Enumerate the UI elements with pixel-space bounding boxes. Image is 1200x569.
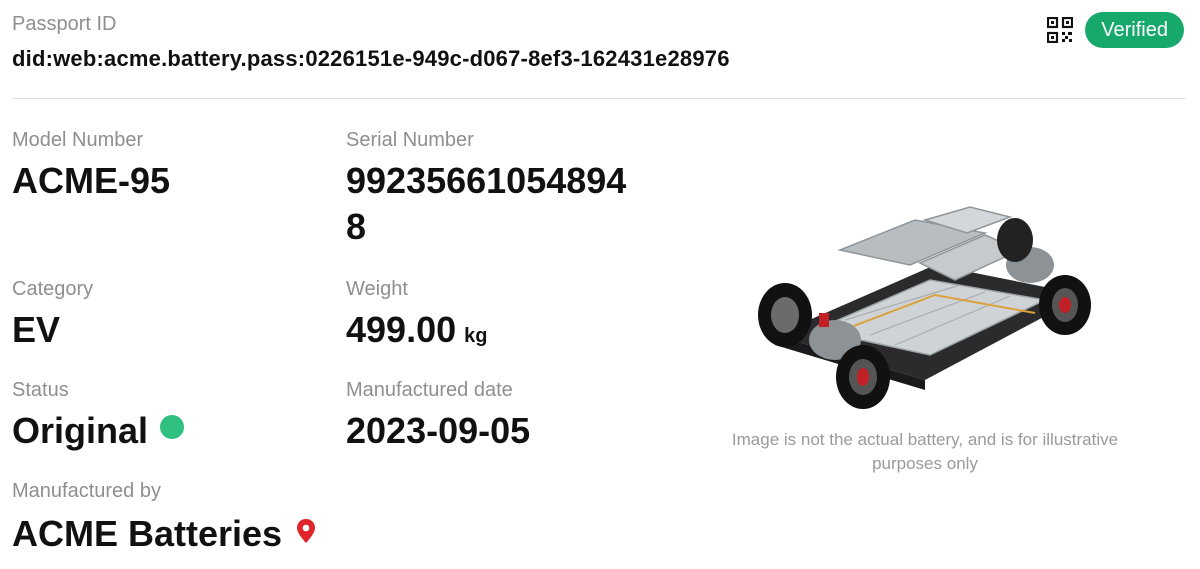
serial-number-field: Serial Number 992356610548948 bbox=[346, 128, 646, 250]
status-value-row: Original bbox=[12, 408, 185, 454]
location-pin-icon[interactable] bbox=[296, 509, 316, 555]
manufactured-by-value-row: ACME Batteries bbox=[12, 509, 316, 557]
verified-badge: Verified bbox=[1085, 12, 1184, 48]
status-value: Original bbox=[12, 410, 149, 451]
passport-id-value: did:web:acme.battery.pass:0226151e-949c-… bbox=[12, 46, 730, 71]
weight-field: Weight 499.00 kg bbox=[346, 277, 487, 359]
manufactured-by-value: ACME Batteries bbox=[12, 513, 283, 554]
serial-number-value: 992356610548948 bbox=[346, 160, 627, 247]
image-caption: Image is not the actual battery, and is … bbox=[731, 430, 1119, 473]
header-actions: Verified bbox=[1047, 12, 1184, 48]
category-label: Category bbox=[12, 278, 94, 300]
category-field: Category EV bbox=[12, 277, 93, 353]
status-label: Status bbox=[12, 379, 69, 401]
manufactured-by-label: Manufactured by bbox=[12, 480, 161, 502]
header-divider bbox=[12, 98, 1186, 99]
qr-code-icon[interactable] bbox=[1047, 17, 1074, 43]
ev-chassis-image bbox=[745, 195, 1105, 415]
serial-number-label: Serial Number bbox=[346, 129, 474, 151]
category-value: EV bbox=[12, 309, 61, 350]
passport-header: Passport ID did:web:acme.battery.pass:02… bbox=[12, 12, 1188, 100]
manufactured-by-field: Manufactured by ACME Batteries bbox=[12, 479, 316, 557]
weight-value-row: 499.00 kg bbox=[346, 307, 487, 359]
model-number-label: Model Number bbox=[12, 129, 144, 151]
passport-id-label: Passport ID bbox=[12, 13, 117, 35]
manufactured-date-value: 2023-09-05 bbox=[346, 410, 531, 451]
status-field: Status Original bbox=[12, 378, 185, 454]
weight-unit: kg bbox=[464, 325, 488, 347]
manufactured-date-label: Manufactured date bbox=[346, 379, 513, 401]
model-number-value: ACME-95 bbox=[12, 160, 171, 201]
weight-label: Weight bbox=[346, 278, 408, 300]
manufactured-date-field: Manufactured date 2023-09-05 bbox=[346, 378, 530, 454]
model-number-field: Model Number ACME-95 bbox=[12, 128, 170, 204]
weight-value: 499.00 bbox=[346, 309, 457, 350]
status-dot-icon bbox=[160, 415, 185, 439]
